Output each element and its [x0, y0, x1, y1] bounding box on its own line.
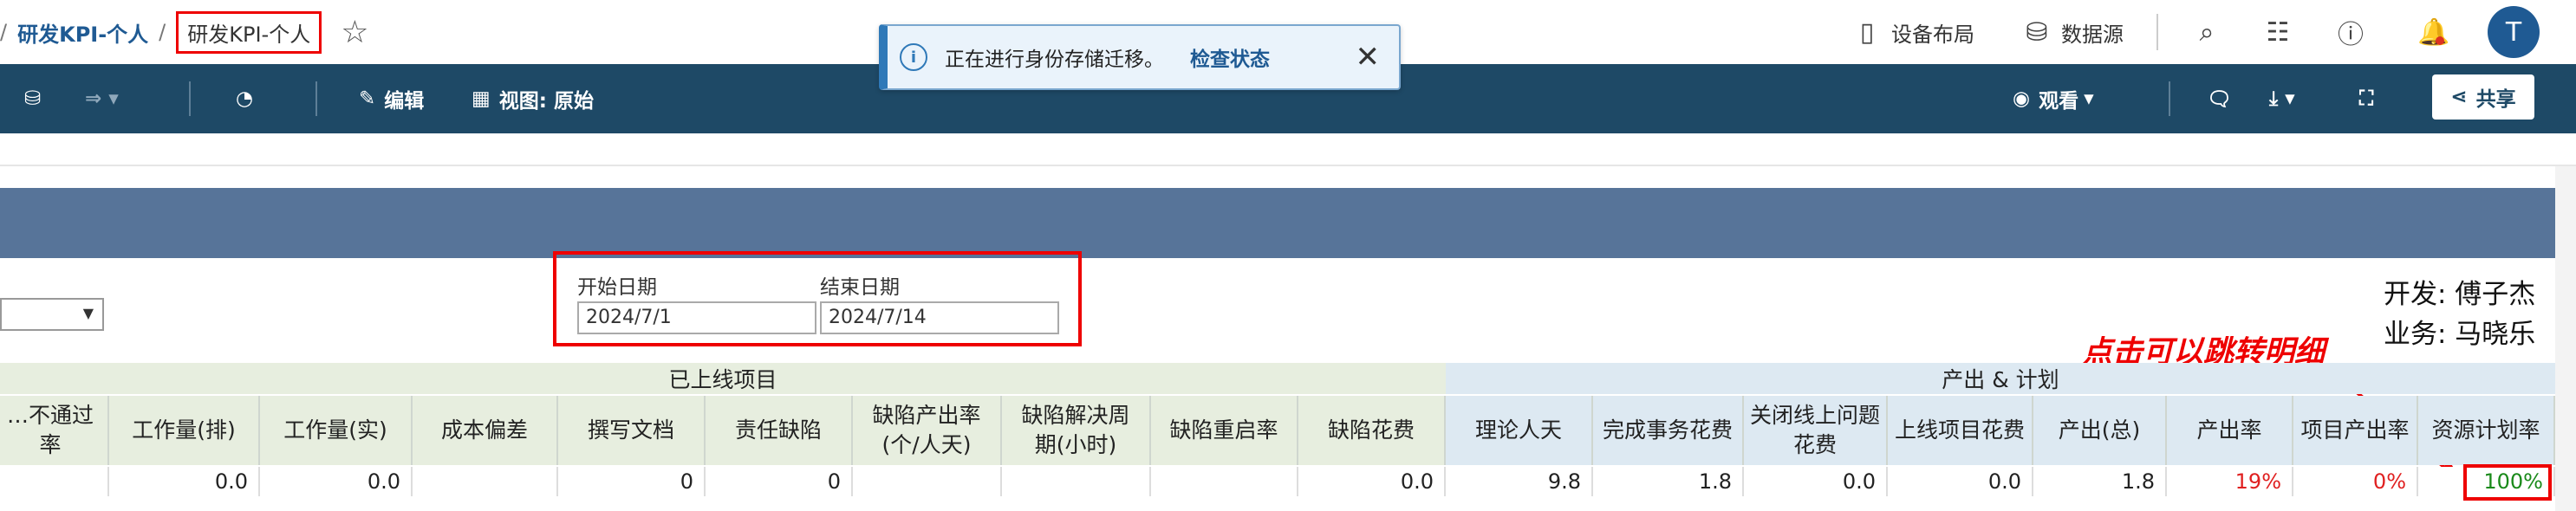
table-cell: 0.0 — [260, 467, 413, 496]
table-cell — [1151, 467, 1298, 496]
column-header[interactable]: 成本偏差 — [413, 396, 558, 465]
group-header-output-plan: 产出 & 计划 — [1446, 363, 2555, 394]
column-header[interactable]: 撰写文档 — [558, 396, 706, 465]
table-cell: 1.8 — [2033, 467, 2167, 496]
column-header[interactable]: 资源计划率 — [2418, 396, 2555, 465]
table-cell: 0.0 — [1744, 467, 1888, 496]
column-header[interactable]: 缺陷产出率 (个/人天) — [853, 396, 1002, 465]
column-header[interactable]: 缺陷重启率 — [1151, 396, 1298, 465]
table-cell: 19% — [2167, 467, 2293, 496]
column-header[interactable]: 完成事务花费 — [1593, 396, 1744, 465]
table-cell — [0, 467, 109, 496]
table-cell: 0.0 — [109, 467, 260, 496]
column-header[interactable]: 缺陷花费 — [1298, 396, 1446, 465]
table-cell — [853, 467, 1002, 496]
column-header[interactable]: 工作量(实) — [260, 396, 413, 465]
column-header[interactable]: 产出率 — [2167, 396, 2293, 465]
table-cell: 0 — [558, 467, 706, 496]
table-cell: 0 — [706, 467, 853, 496]
highlight-box — [2463, 464, 2552, 501]
table-cell: 9.8 — [1446, 467, 1593, 496]
group-header-online-projects: 已上线项目 — [0, 363, 1446, 394]
table-cell — [1002, 467, 1151, 496]
table-cell — [413, 467, 558, 496]
column-header[interactable]: 工作量(排) — [109, 396, 260, 465]
column-header[interactable]: 理论人天 — [1446, 396, 1593, 465]
table-cell: 0.0 — [1888, 467, 2033, 496]
column-header[interactable]: 责任缺陷 — [706, 396, 853, 465]
column-header[interactable]: 关闭线上问题 花费 — [1744, 396, 1888, 465]
column-header[interactable]: 缺陷解决周 期(小时) — [1002, 396, 1151, 465]
table-cell: 0% — [2293, 467, 2418, 496]
table-cell: 0.0 — [1298, 467, 1446, 496]
table-cell: 1.8 — [1593, 467, 1744, 496]
column-header[interactable]: 上线项目花费 — [1888, 396, 2033, 465]
column-header[interactable]: 产出(总) — [2033, 396, 2167, 465]
column-header[interactable]: 项目产出率 — [2293, 396, 2418, 465]
column-header[interactable]: …不通过率 — [0, 396, 109, 465]
